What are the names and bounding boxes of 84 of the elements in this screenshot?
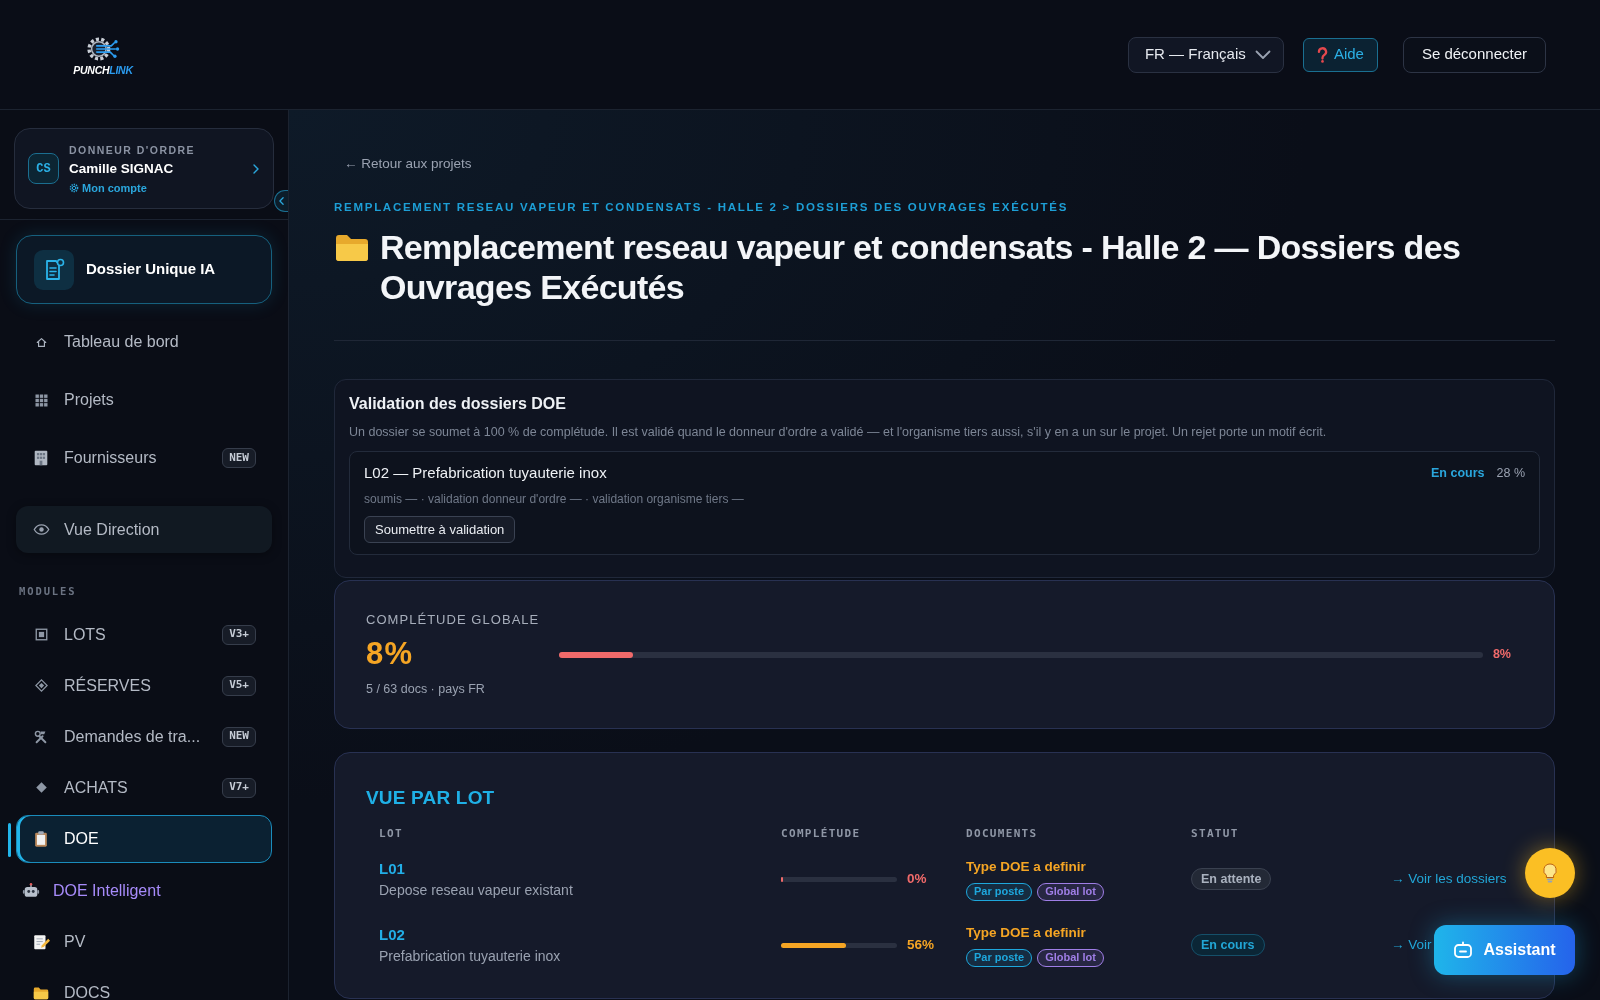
doc-type: Type DOE a definir <box>966 857 1086 876</box>
house-icon <box>34 335 48 349</box>
lightbulb-icon <box>1541 862 1559 884</box>
collapse-button[interactable] <box>274 190 288 212</box>
column-header: STATUT <box>1191 827 1239 840</box>
column-header: COMPLÉTUDE <box>781 827 861 840</box>
status-badge: En attente <box>1191 868 1272 890</box>
stat-value: 8% <box>366 638 414 670</box>
percent-label: 28 % <box>1496 464 1525 482</box>
nav-badge: V7+ <box>222 777 256 798</box>
nav-item[interactable]: Projets <box>16 371 272 429</box>
tools-icon <box>33 728 49 745</box>
role-label: DONNEUR D'ORDRE <box>69 142 196 157</box>
nav-item[interactable]: ACHATS V7+ <box>16 762 272 813</box>
progress-reading: 0% <box>907 869 927 888</box>
section-label: MODULES <box>18 584 78 598</box>
doc-tag: Global lot <box>1037 948 1104 967</box>
user-name: Camille SIGNAC <box>69 159 174 177</box>
active-indicator <box>8 823 11 857</box>
help-button[interactable]: Aide <box>1302 37 1378 72</box>
robot-icon <box>1453 941 1474 959</box>
submit-button[interactable]: Soumettre à validation <box>364 516 516 543</box>
lot-code[interactable]: L01 <box>379 859 405 879</box>
chevron-left-icon <box>279 197 284 205</box>
chevron-down-icon <box>1254 49 1271 60</box>
view-link[interactable]: → Voir <box>1391 934 1432 956</box>
page-title: Remplacement reseau vapeur et condensats - Halle 2 — Dossiers des Ouvrages Exécutés <box>380 227 1462 307</box>
nav-badge: NEW <box>222 726 256 747</box>
validation-steps: soumis — · validation donneur d'ordre — · validation organisme tiers — <box>364 491 1525 507</box>
doc-tag: Par poste <box>966 882 1033 901</box>
question-icon <box>1316 46 1328 63</box>
column-header: DOCUMENTS <box>966 827 1038 840</box>
logo-text: PUNCHLINK <box>73 65 133 76</box>
robot-icon <box>22 881 40 900</box>
lot-name: Depose reseau vapeur existant <box>379 881 573 899</box>
doc-tag: Global lot <box>1037 882 1104 901</box>
card-title: Validation des dossiers DOE <box>349 394 567 414</box>
nav-item[interactable]: Fournisseurs NEW <box>16 429 272 487</box>
account-link[interactable]: Mon compte <box>69 180 147 195</box>
lot-name: Prefabrication tuyauterie inox <box>379 947 561 965</box>
eye-icon <box>32 521 50 538</box>
dossier-title: L02 — Prefabrication tuyauterie inox <box>364 463 608 483</box>
nav-badge: V5+ <box>222 675 256 696</box>
status-badge: En cours <box>1191 934 1265 956</box>
profile-card[interactable]: CS DONNEUR D'ORDRE Camille SIGNAC Mon compte <box>14 128 274 209</box>
nav-badge: V3+ <box>222 624 256 645</box>
nav-item[interactable]: DOE Intelligent <box>16 865 272 916</box>
nav-item[interactable]: PV <box>16 916 272 967</box>
building-icon <box>32 449 50 467</box>
gear-icon <box>69 182 79 193</box>
status-label: En cours <box>1431 464 1485 482</box>
diamond-icon <box>33 780 49 795</box>
nav-item[interactable]: RÉSERVES V5+ <box>16 660 272 711</box>
back-link[interactable]: ← Retour aux projets <box>344 155 472 173</box>
lot-code[interactable]: L02 <box>379 925 405 945</box>
grid-icon <box>33 392 49 408</box>
nav-item[interactable]: DOCS <box>16 967 272 1000</box>
stat-label: COMPLÉTUDE GLOBALE <box>366 612 540 628</box>
document-icon <box>34 249 74 290</box>
doc-type: Type DOE a definir <box>966 923 1086 942</box>
card-description: Un dossier se soumet à 100 % de complétude. Il est validé quand le donneur d'ordre a validé — et l'organisme tiers aussi, s'il y en a un sur le projet. Un rejet porte un motif écrit. <box>349 424 1328 440</box>
progress-reading: 56% <box>907 935 935 954</box>
stat-detail: 5 / 63 docs · pays FR <box>366 681 485 697</box>
progress-reading: 8% <box>1492 646 1511 664</box>
nav-item[interactable]: Vue Direction <box>16 506 272 553</box>
chevron-right-icon <box>253 163 259 174</box>
logout-button[interactable]: Se déconnecter <box>1402 36 1546 73</box>
nav-item[interactable]: Demandes de tra... NEW <box>16 711 272 762</box>
nav-item[interactable]: Tableau de bord <box>16 313 272 371</box>
avatar-initials: CS <box>28 153 59 184</box>
nav-badge: NEW <box>222 448 256 468</box>
doc-tag: Par poste <box>966 948 1033 967</box>
section-title: VUE PAR LOT <box>366 786 496 810</box>
assistant-button[interactable]: Assistant <box>1434 925 1575 975</box>
nav-item[interactable]: LOTS V3+ <box>16 609 272 660</box>
column-header: LOT <box>379 827 403 840</box>
language-select[interactable]: FR — Français <box>1127 36 1284 73</box>
dossier-unique-button[interactable]: Dossier Unique IA <box>16 235 272 304</box>
view-link[interactable]: → Voir les dossiers <box>1391 868 1507 890</box>
breadcrumb: REMPLACEMENT RESEAU VAPEUR ET CONDENSATS - HALLE 2 > DOSSIERS DES OUVRAGES EXÉCUTÉS <box>334 200 1070 214</box>
square-icon <box>33 627 49 642</box>
clipboard-icon <box>32 830 50 848</box>
diamond-icon <box>33 678 49 693</box>
memo-icon <box>32 932 50 951</box>
